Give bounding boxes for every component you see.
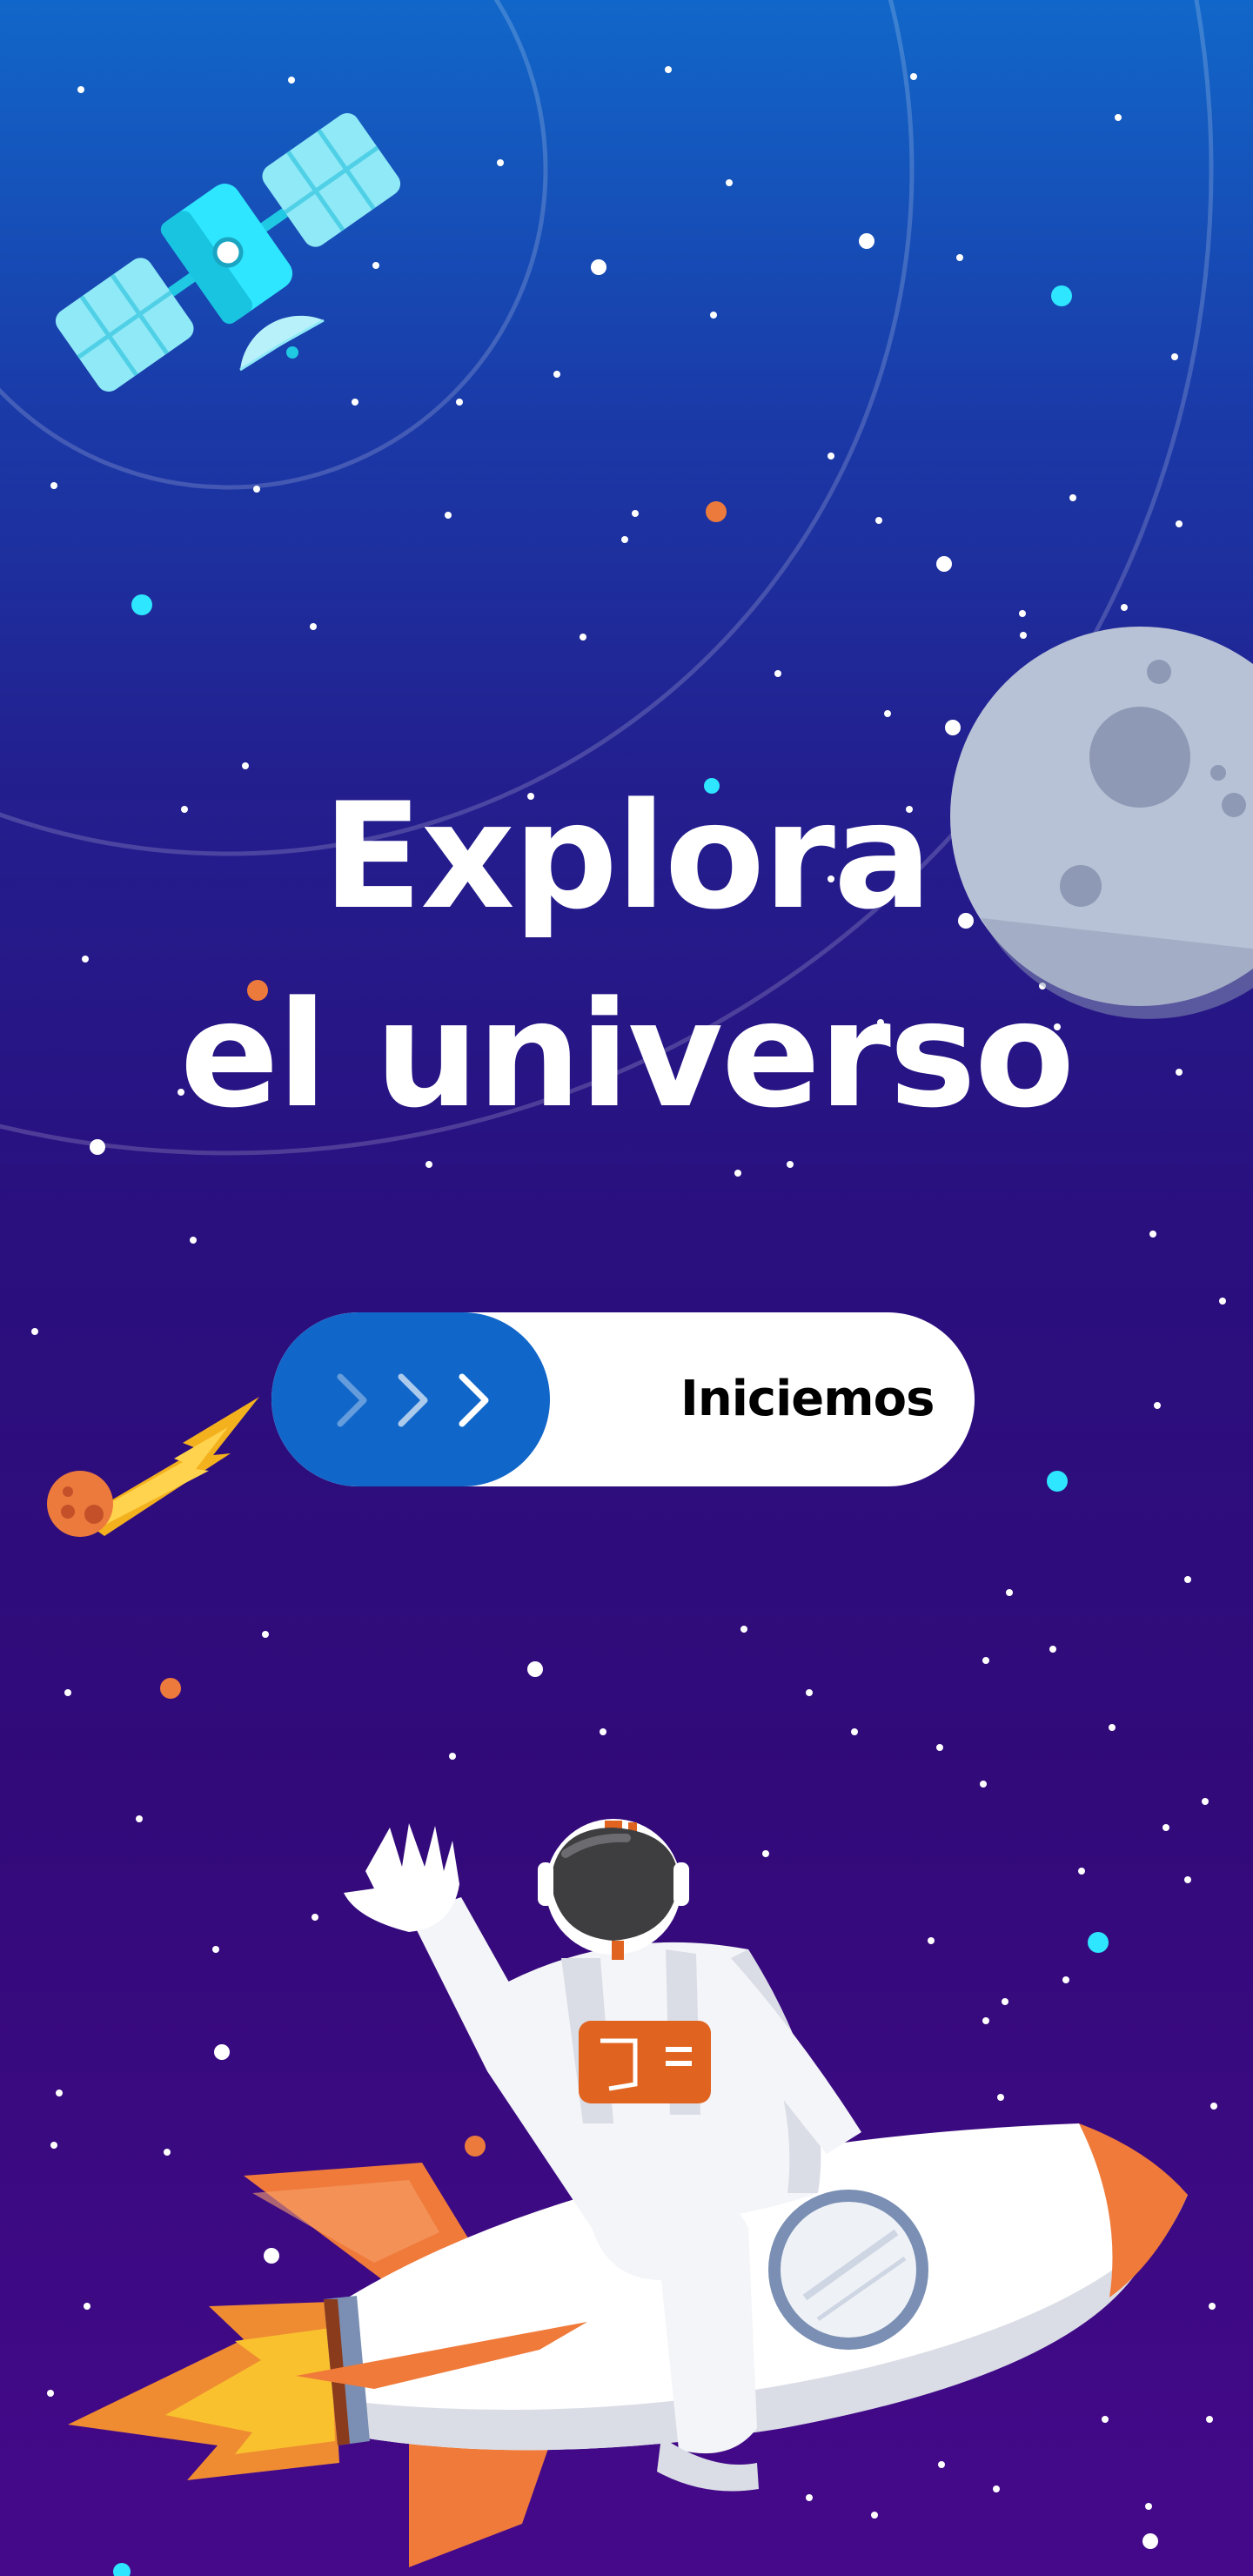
hero-title-line-2: el universo bbox=[179, 969, 1075, 1140]
slider-handle[interactable] bbox=[271, 1312, 550, 1486]
hero-title-line-1: Explora bbox=[322, 771, 933, 942]
hero-headline: Explora el universo bbox=[0, 757, 1253, 1154]
astronaut-on-rocket bbox=[68, 1819, 1188, 2567]
slide-to-start-button[interactable]: Iniciemos bbox=[271, 1312, 975, 1486]
onboarding-screen: Explora el universo Iniciemos bbox=[0, 0, 1253, 2576]
slider-label: Iniciemos bbox=[680, 1371, 935, 1427]
chevron-triple-right-icon bbox=[337, 1373, 489, 1427]
